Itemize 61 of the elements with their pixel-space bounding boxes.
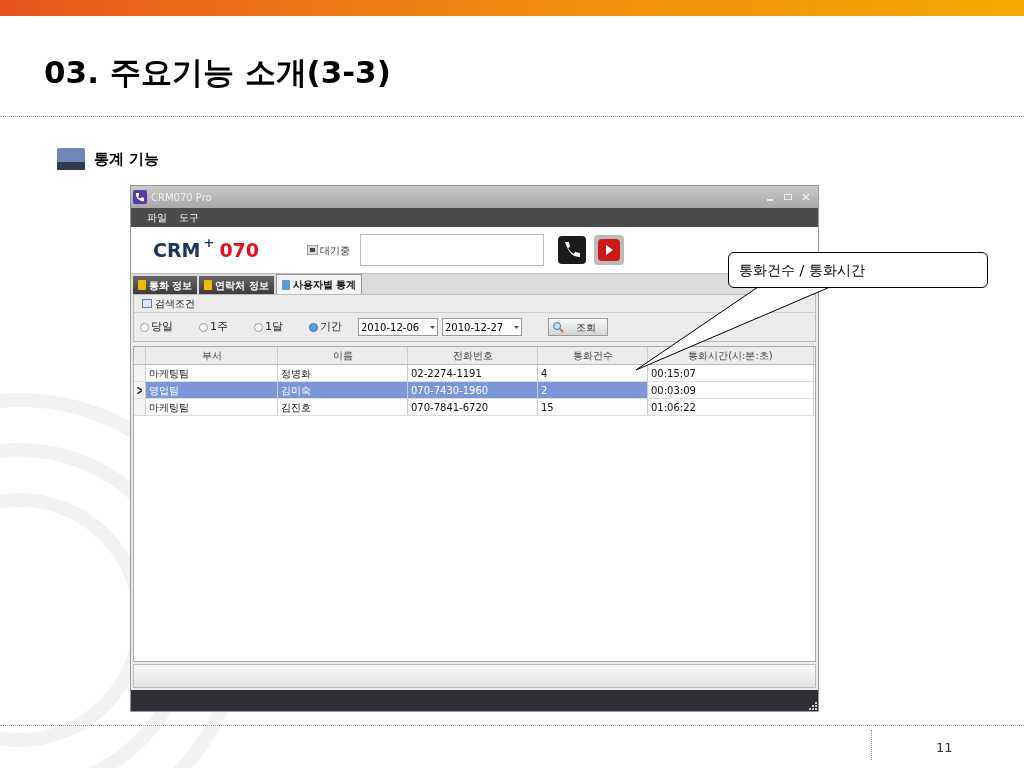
telephone-icon (307, 245, 318, 255)
table-cell: 01:06:22 (648, 399, 814, 415)
logo-number: 070 (219, 237, 260, 263)
column-header[interactable]: 부서 (146, 347, 278, 364)
search-icon (552, 321, 564, 333)
column-header[interactable]: 이름 (278, 347, 408, 364)
table-cell: 02-2274-1191 (408, 365, 538, 381)
radio-label: 1주 (210, 318, 228, 335)
date-to-field[interactable]: 2010-12-27 (442, 318, 522, 336)
tab-icon (204, 280, 213, 290)
table-cell: 마케팅팀 (146, 365, 278, 381)
status-field[interactable] (360, 234, 544, 266)
table-cell: 070-7430-1960 (408, 382, 538, 398)
menu-item[interactable]: 도구 (179, 210, 199, 225)
table-row[interactable]: 영업팀 김미숙 070-7430-1960 2 00:03:09 (134, 382, 815, 399)
callout-text: 통화건수 / 통화시간 (739, 260, 865, 280)
table-cell: 070-7841-6720 (408, 399, 538, 415)
logo-plus: + (203, 235, 215, 250)
search-group-icon (142, 299, 152, 308)
row-pointer-icon (137, 386, 142, 394)
table-cell: 김미숙 (278, 382, 408, 398)
date-from-field[interactable]: 2010-12-06 (358, 318, 438, 336)
tab[interactable]: 사용자별 통계 (275, 274, 363, 294)
tab[interactable]: 연락처 정보 (199, 276, 274, 294)
table-row[interactable]: 마케팅팀 김진호 070-7841-6720 15 01:06:22 (134, 399, 815, 416)
column-header[interactable]: 전화번호 (408, 347, 538, 364)
page-number: 11 (936, 739, 953, 757)
group-label: 검색조건 (155, 297, 195, 311)
table-cell: 15 (538, 399, 648, 415)
table-cell: 김진호 (278, 399, 408, 415)
radio-button[interactable] (309, 322, 318, 332)
radio-button[interactable] (199, 322, 208, 332)
maximize-icon[interactable] (784, 193, 792, 201)
dropdown-icon (514, 325, 519, 329)
phone-call-icon[interactable] (558, 236, 586, 264)
table-cell: 2 (538, 382, 648, 398)
table-cell: 마케팅팀 (146, 399, 278, 415)
play-icon[interactable] (594, 235, 624, 265)
device-icon (56, 147, 86, 171)
logo-brand: CRM (153, 237, 201, 263)
search-button[interactable]: 조회 (548, 318, 608, 336)
table-cell: 정병화 (278, 365, 408, 381)
tab[interactable]: 통화 정보 (133, 276, 198, 294)
phone-logo-icon (133, 190, 147, 204)
resize-grip-icon[interactable] (808, 701, 818, 711)
radio-button[interactable] (254, 322, 263, 332)
row-header[interactable] (134, 382, 146, 398)
slide-title: 03. 주요기능 소개(3-3) (44, 53, 392, 92)
radio-label: 기간 (320, 318, 342, 335)
status-label: 대기중 (320, 243, 350, 258)
menu-item[interactable]: 파일 (147, 210, 167, 225)
tab-icon (281, 279, 290, 290)
radio-label: 1달 (265, 318, 283, 335)
close-icon[interactable] (802, 193, 810, 201)
table-cell: 00:03:09 (648, 382, 814, 398)
dropdown-icon (430, 325, 435, 329)
tab-icon (138, 280, 146, 290)
table-cell: 영업팀 (146, 382, 278, 398)
radio-button[interactable] (140, 322, 149, 332)
section-heading: 통계 기능 (94, 148, 160, 170)
radio-label: 당일 (151, 318, 173, 335)
